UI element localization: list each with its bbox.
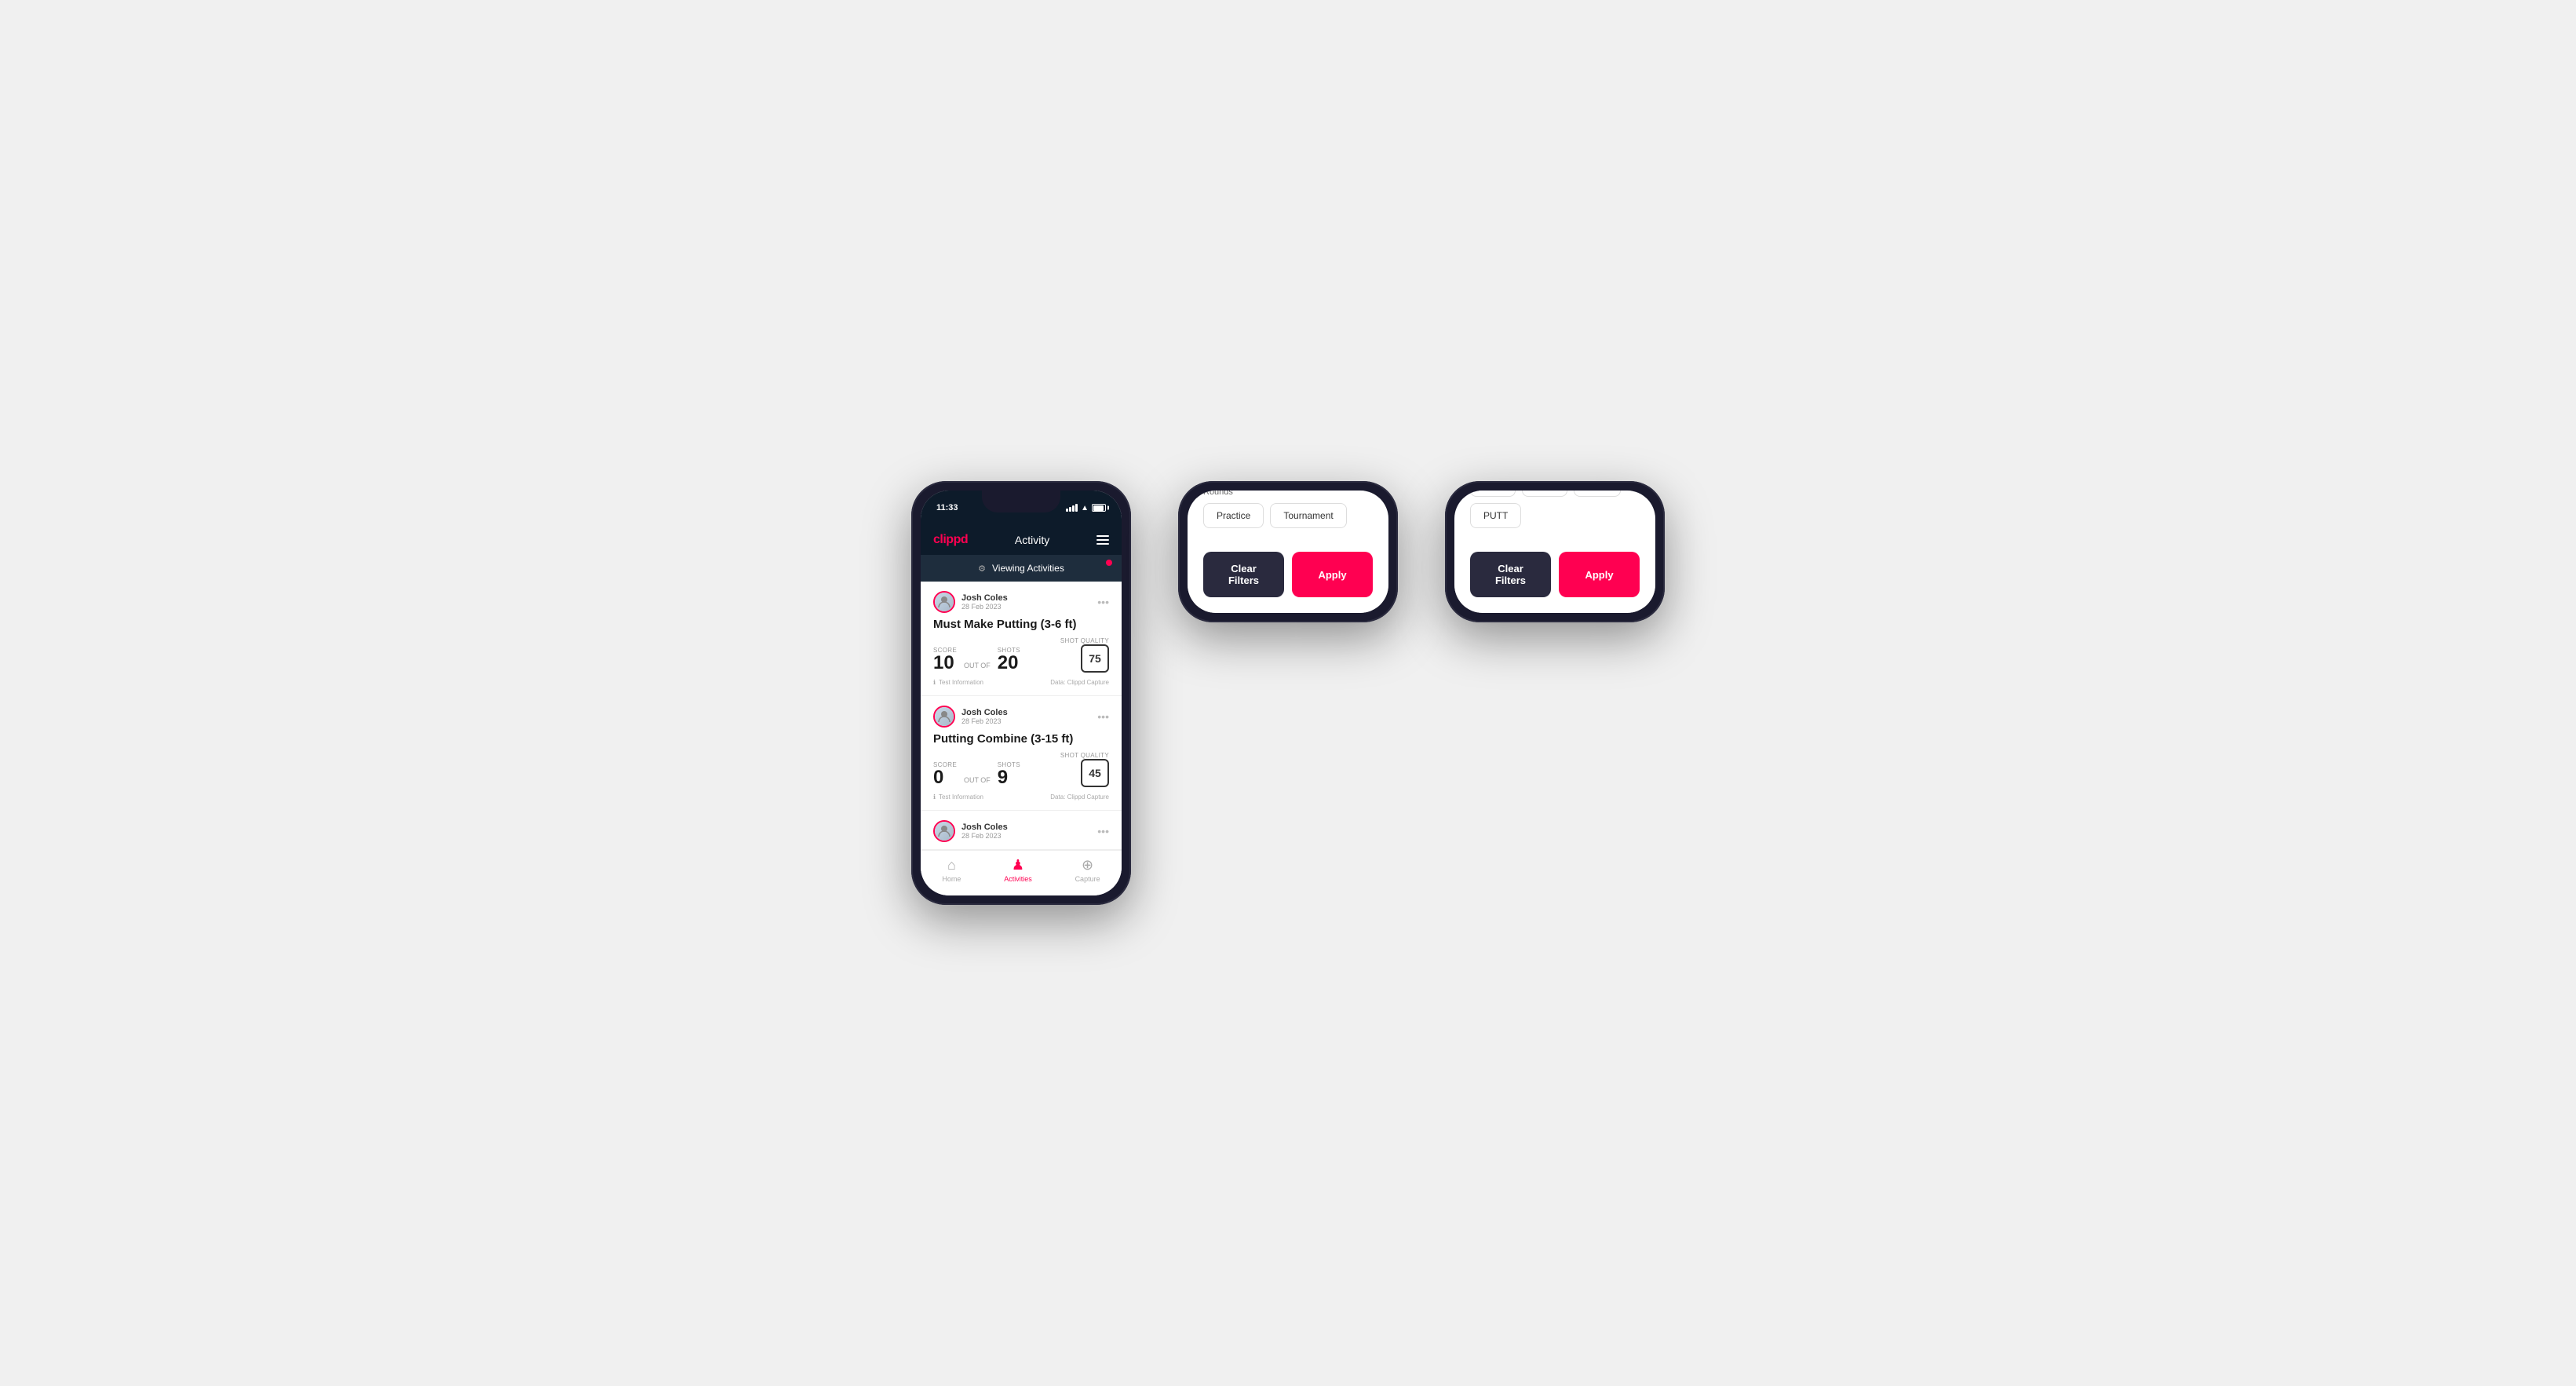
rounds-buttons-2: Practice Tournament — [1203, 503, 1373, 528]
user-info-2: Josh Coles 28 Feb 2023 — [933, 706, 1008, 728]
logo-1: clippd — [933, 533, 968, 547]
status-bar-1: 11:33 ▲ — [921, 491, 1122, 525]
clear-filters-btn-2[interactable]: Clear Filters — [1203, 552, 1284, 597]
filter-actions-2: Clear Filters Apply — [1203, 552, 1373, 597]
apply-btn-2[interactable]: Apply — [1292, 552, 1373, 597]
bottom-nav-1: ⌂ Home ♟ Activities ⊕ Capture — [921, 850, 1122, 895]
filter-overlay-3: Filter ✕ Show Rounds Practice Drills Pra… — [1454, 491, 1655, 613]
status-icons-1: ▲ — [1066, 504, 1106, 512]
app-header-1: clippd Activity — [921, 525, 1122, 555]
app-btn-3[interactable]: APP — [1522, 491, 1567, 497]
clear-filters-btn-3[interactable]: Clear Filters — [1470, 552, 1551, 597]
rounds-label-2: Rounds — [1203, 491, 1373, 497]
apply-btn-3[interactable]: Apply — [1559, 552, 1640, 597]
user-name-3: Josh Coles — [961, 822, 1008, 832]
ott-btn-3[interactable]: OTT — [1470, 491, 1516, 497]
phone-1: 11:33 ▲ clippd Activity — [911, 481, 1131, 905]
activities-icon: ♟ — [1012, 857, 1024, 874]
notch-1 — [982, 491, 1060, 512]
nav-home-1[interactable]: ⌂ Home — [942, 857, 961, 883]
user-date-1: 28 Feb 2023 — [961, 603, 1008, 611]
notification-dot-1 — [1106, 560, 1112, 566]
user-date-3: 28 Feb 2023 — [961, 832, 1008, 840]
filter-overlay-2: Filter ✕ Show Rounds Practice Drills Rou… — [1188, 491, 1388, 613]
activity-card-2[interactable]: Josh Coles 28 Feb 2023 ••• Putting Combi… — [921, 696, 1122, 811]
nav-capture-label-1: Capture — [1075, 875, 1100, 883]
tournament-btn-2[interactable]: Tournament — [1270, 503, 1346, 528]
filter-sheet-3: Filter ✕ Show Rounds Practice Drills Pra… — [1454, 491, 1655, 613]
more-dots-1[interactable]: ••• — [1097, 596, 1109, 608]
practice-btn-2[interactable]: Practice — [1203, 503, 1264, 528]
card-footer-1: ℹ Test Information Data: Clippd Capture — [933, 679, 1109, 686]
phones-container: 11:33 ▲ clippd Activity — [911, 481, 1665, 905]
shot-quality-badge-2: 45 — [1081, 759, 1109, 787]
nav-activities-1[interactable]: ♟ Activities — [1004, 857, 1032, 883]
stats-row-1: Score 10 OUT OF Shots 20 Shot Quality 75 — [933, 637, 1109, 673]
home-icon: ⌂ — [947, 857, 956, 874]
shot-quality-badge-1: 75 — [1081, 644, 1109, 673]
card-footer-2: ℹ Test Information Data: Clippd Capture — [933, 793, 1109, 801]
more-dots-3[interactable]: ••• — [1097, 825, 1109, 837]
shots-value-1: 20 — [998, 654, 1020, 673]
nav-activities-label-1: Activities — [1004, 875, 1032, 883]
user-name-1: Josh Coles — [961, 593, 1008, 603]
shots-value-2: 9 — [998, 768, 1020, 787]
activity-card-1[interactable]: Josh Coles 28 Feb 2023 ••• Must Make Put… — [921, 582, 1122, 696]
stats-row-2: Score 0 OUT OF Shots 9 Shot Quality 45 — [933, 752, 1109, 787]
avatar-1 — [933, 591, 955, 613]
sq-label-2: Shot Quality — [1060, 752, 1109, 759]
out-of-1: OUT OF — [961, 662, 993, 669]
viewing-bar-text-1: Viewing Activities — [992, 563, 1064, 574]
status-time-1: 11:33 — [936, 503, 958, 512]
activity-title-1: Must Make Putting (3-6 ft) — [933, 618, 1109, 631]
nav-capture-1[interactable]: ⊕ Capture — [1075, 857, 1100, 883]
hamburger-menu-1[interactable] — [1096, 535, 1109, 545]
user-info-3: Josh Coles 28 Feb 2023 — [933, 820, 1008, 842]
nav-home-label-1: Home — [942, 875, 961, 883]
test-info-1: Test Information — [939, 679, 983, 686]
activity-list-1: Josh Coles 28 Feb 2023 ••• Must Make Put… — [921, 582, 1122, 850]
activity-title-2: Putting Combine (3-15 ft) — [933, 732, 1109, 746]
viewing-bar-1[interactable]: ⚙ Viewing Activities — [921, 555, 1122, 582]
user-date-2: 28 Feb 2023 — [961, 717, 1008, 725]
wifi-icon: ▲ — [1081, 504, 1089, 512]
score-value-2: 0 — [933, 768, 957, 787]
capture-icon: ⊕ — [1082, 857, 1093, 874]
practice-drills-buttons-3: OTT APP ARG PUTT — [1470, 491, 1640, 528]
phone-2: 11:33 ▲ clippd Activity — [1178, 481, 1398, 622]
more-dots-2[interactable]: ••• — [1097, 710, 1109, 723]
user-name-2: Josh Coles — [961, 708, 1008, 717]
header-title-1: Activity — [1015, 534, 1049, 546]
test-info-2: Test Information — [939, 793, 983, 801]
avatar-3 — [933, 820, 955, 842]
putt-btn-3[interactable]: PUTT — [1470, 503, 1521, 528]
data-source-1: Data: Clippd Capture — [1050, 679, 1109, 686]
out-of-2: OUT OF — [961, 776, 993, 784]
filter-sheet-2: Filter ✕ Show Rounds Practice Drills Rou… — [1188, 491, 1388, 613]
data-source-2: Data: Clippd Capture — [1050, 793, 1109, 801]
score-value-1: 10 — [933, 654, 957, 673]
user-info-1: Josh Coles 28 Feb 2023 — [933, 591, 1008, 613]
activity-card-3[interactable]: Josh Coles 28 Feb 2023 ••• — [921, 811, 1122, 850]
avatar-2 — [933, 706, 955, 728]
battery-icon — [1092, 504, 1106, 512]
sq-label-1: Shot Quality — [1060, 637, 1109, 644]
signal-icon — [1066, 504, 1078, 512]
arg-btn-3[interactable]: ARG — [1574, 491, 1621, 497]
phone-3: 11:33 ▲ clippd Activity — [1445, 481, 1665, 622]
filter-actions-3: Clear Filters Apply — [1470, 552, 1640, 597]
